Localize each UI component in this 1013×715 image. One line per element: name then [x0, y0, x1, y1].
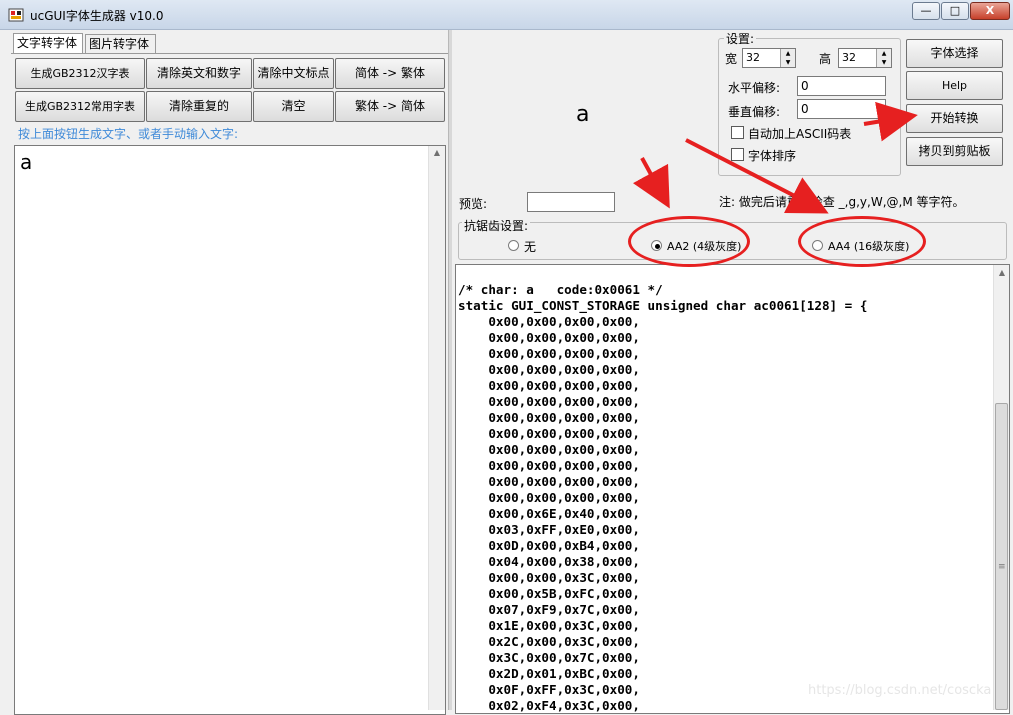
- clear-button[interactable]: 清空: [253, 91, 334, 122]
- annotation-circle-aa4: [798, 216, 926, 267]
- spinner-arrows-icon[interactable]: ▲ ▼: [876, 49, 891, 67]
- width-spinner[interactable]: 32 ▲ ▼: [742, 48, 796, 68]
- aa-none-label: 无: [524, 240, 537, 254]
- sort-checkbox[interactable]: [731, 148, 744, 161]
- height-value: 32: [842, 51, 856, 64]
- preview-input[interactable]: [527, 192, 615, 212]
- close-icon: X: [985, 4, 995, 17]
- annotation-circle-aa2: [628, 216, 750, 267]
- settings-legend: 设置:: [724, 30, 757, 47]
- code-line: 0x07,0xF9,0x7C,0x00,: [458, 602, 640, 617]
- code-line: 0x00,0x00,0x00,0x00,: [458, 314, 640, 329]
- code-line: 0x1E,0x00,0x3C,0x00,: [458, 618, 640, 633]
- watermark: https://blog.csdn.net/coscka: [808, 683, 992, 698]
- start-convert-button[interactable]: 开始转换: [906, 104, 1003, 133]
- maximize-icon: □: [949, 4, 961, 17]
- code-line: 0x00,0x00,0x00,0x00,: [458, 474, 640, 489]
- code-line: 0x00,0x00,0x00,0x00,: [458, 346, 640, 361]
- auto-ascii-label: 自动加上ASCII码表: [748, 127, 852, 141]
- width-label: 宽: [725, 52, 738, 66]
- height-label: 高: [819, 52, 832, 66]
- code-line: 0x2C,0x00,0x3C,0x00,: [458, 634, 640, 649]
- window-title: ucGUI字体生成器 v10.0: [30, 9, 164, 23]
- code-line: 0x0F,0xFF,0x3C,0x00,: [458, 682, 640, 697]
- code-line: 0x3C,0x00,0x7C,0x00,: [458, 650, 640, 665]
- font-select-button[interactable]: 字体选择: [906, 39, 1003, 68]
- traditional-to-simplified-button[interactable]: 繁体 -> 简体: [335, 91, 445, 122]
- remove-duplicates-button[interactable]: 清除重复的: [146, 91, 252, 122]
- code-line: 0x0D,0x00,0xB4,0x00,: [458, 538, 640, 553]
- code-line: 0x00,0x6E,0x40,0x00,: [458, 506, 640, 521]
- close-button[interactable]: X: [970, 2, 1010, 20]
- code-line: 0x00,0x00,0x00,0x00,: [458, 378, 640, 393]
- v-offset-label: 垂直偏移:: [728, 105, 781, 119]
- code-line: 0x00,0x00,0x00,0x00,: [458, 426, 640, 441]
- simplified-to-traditional-button[interactable]: 简体 -> 繁体: [335, 58, 445, 89]
- preview-glyph: a: [576, 102, 590, 127]
- gen-gb2312-common-button[interactable]: 生成GB2312常用字表: [15, 91, 145, 122]
- code-line: 0x00,0x5B,0xFC,0x00,: [458, 586, 640, 601]
- antialias-legend: 抗锯齿设置:: [462, 217, 531, 234]
- tab-image-to-font[interactable]: 图片转字体: [85, 34, 156, 53]
- grip-icon: ≡: [998, 562, 1006, 572]
- width-value: 32: [746, 51, 760, 64]
- code-line: 0x2D,0x01,0xBC,0x00,: [458, 666, 640, 681]
- copy-clipboard-button[interactable]: 拷贝到剪贴板: [906, 137, 1003, 166]
- code-line: 0x00,0x00,0x00,0x00,: [458, 442, 640, 457]
- app-icon: [8, 8, 24, 22]
- code-line: 0x00,0x00,0x00,0x00,: [458, 330, 640, 345]
- gen-gb2312-table-button[interactable]: 生成GB2312汉字表: [15, 58, 145, 89]
- input-textarea[interactable]: [14, 145, 446, 715]
- aa-none-radio[interactable]: [508, 240, 519, 251]
- code-line: 0x00,0x00,0x3C,0x00,: [458, 570, 640, 585]
- code-line: 0x00,0x00,0x00,0x00,: [458, 458, 640, 473]
- v-offset-value: 0: [801, 102, 809, 116]
- code-line: 0x00,0x00,0x00,0x00,: [458, 394, 640, 409]
- code-line: 0x02,0xF4,0x3C,0x00,: [458, 698, 640, 713]
- code-line: 0x04,0x00,0x38,0x00,: [458, 554, 640, 569]
- spinner-arrows-icon[interactable]: ▲ ▼: [780, 49, 795, 67]
- code-line: 0x00,0x00,0x00,0x00,: [458, 362, 640, 377]
- h-offset-label: 水平偏移:: [728, 81, 781, 95]
- annotation-arrow-aa2: [632, 157, 670, 209]
- code-line: 0x00,0x00,0x00,0x00,: [458, 410, 640, 425]
- code-line: /* char: a code:0x0061 */: [458, 282, 663, 297]
- clear-chinese-punct-button[interactable]: 清除中文标点: [253, 58, 334, 89]
- tab-divider: [11, 53, 448, 54]
- minimize-button[interactable]: —: [912, 2, 940, 20]
- tab-text-to-font[interactable]: 文字转字体: [13, 33, 83, 53]
- code-line: static GUI_CONST_STORAGE unsigned char a…: [458, 298, 868, 313]
- code-scroll-thumb[interactable]: [995, 403, 1008, 710]
- note-text: 注: 做完后请重点检查 _,g,y,W,@,M 等字符。: [719, 195, 965, 209]
- v-offset-input[interactable]: 0: [797, 99, 886, 119]
- code-line: 0x00,0x00,0x00,0x00,: [458, 490, 640, 505]
- scroll-up-icon[interactable]: ▲: [429, 148, 445, 157]
- sort-label: 字体排序: [748, 149, 797, 163]
- input-text-value: a: [20, 150, 33, 174]
- h-offset-input[interactable]: 0: [797, 76, 886, 96]
- h-offset-value: 0: [801, 79, 809, 93]
- height-spinner[interactable]: 32 ▲ ▼: [838, 48, 892, 68]
- help-button[interactable]: Help: [906, 71, 1003, 100]
- code-line: 0x03,0xFF,0xE0,0x00,: [458, 522, 640, 537]
- preview-label: 预览:: [459, 197, 488, 211]
- code-output-lines: /* char: a code:0x0061 */static GUI_CONS…: [458, 282, 867, 714]
- maximize-button[interactable]: □: [941, 2, 969, 20]
- minimize-icon: —: [920, 4, 932, 17]
- scroll-up-icon[interactable]: ▲: [994, 268, 1010, 277]
- auto-ascii-checkbox[interactable]: [731, 126, 744, 139]
- input-scrollbar[interactable]: [428, 146, 445, 710]
- input-hint: 按上面按钮生成文字、或者手动输入文字:: [18, 127, 239, 141]
- clear-english-digits-button[interactable]: 清除英文和数字: [146, 58, 252, 89]
- panel-splitter[interactable]: [448, 30, 452, 710]
